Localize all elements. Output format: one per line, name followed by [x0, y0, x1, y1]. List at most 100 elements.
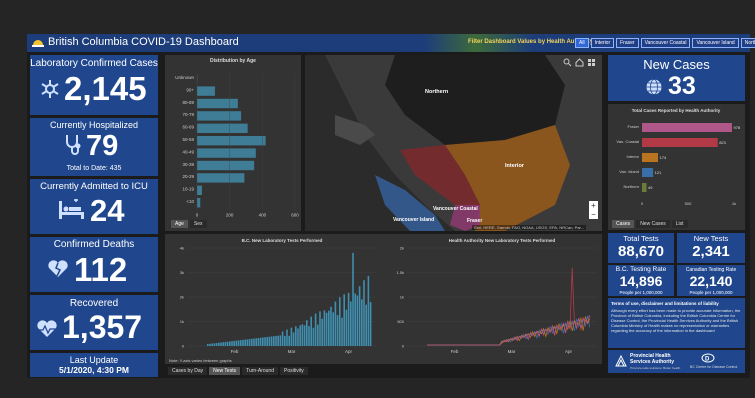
- tests-bar: [244, 339, 246, 346]
- ha-bar[interactable]: [642, 168, 654, 177]
- age-chart-tabs: Age Sex: [171, 220, 207, 228]
- tab-new-tests[interactable]: New Tests: [209, 367, 241, 375]
- age-bar[interactable]: [197, 111, 242, 121]
- tests-bar: [242, 339, 244, 346]
- tab-cases[interactable]: Cases: [612, 220, 635, 228]
- tests-bar: [255, 338, 257, 346]
- ha-label: Van. Coastal: [616, 139, 639, 144]
- tests-bar: [235, 340, 238, 346]
- tests-bar: [215, 342, 218, 346]
- zoom-controls: + −: [589, 201, 598, 219]
- tests-bar: [207, 344, 209, 346]
- map-label-interior: Interior: [505, 163, 525, 169]
- canadian-testing-rate-card: Canadian Testing Rate 22,140 People per …: [677, 265, 745, 296]
- age-bar[interactable]: [197, 160, 255, 171]
- tests-bar: [253, 338, 255, 346]
- tab-turn-around[interactable]: Turn-Around: [242, 367, 278, 375]
- zoom-in-button[interactable]: +: [589, 201, 598, 210]
- tests-bar: [303, 325, 306, 346]
- age-bar[interactable]: [197, 173, 245, 183]
- search-icon[interactable]: [563, 58, 572, 67]
- tests-bar: [314, 313, 317, 346]
- age-bar[interactable]: [197, 198, 201, 208]
- tests-bar: [292, 332, 295, 346]
- tests-bar: [237, 340, 240, 346]
- zoom-out-button[interactable]: −: [589, 210, 598, 219]
- tests-bar: [224, 341, 227, 346]
- ha-bar[interactable]: [642, 183, 647, 192]
- basemap-grid-icon[interactable]: [587, 58, 596, 67]
- ha-bar[interactable]: [642, 153, 659, 162]
- tests-bar: [339, 297, 341, 346]
- bc-testing-rate-value: 14,896: [619, 273, 663, 289]
- tests-bar: [231, 341, 233, 346]
- filter-vancouver-coastal-button[interactable]: Vancouver Coastal: [640, 38, 691, 48]
- age-bar[interactable]: [197, 185, 202, 195]
- filter-northern-button[interactable]: Northern: [740, 38, 755, 48]
- filter-vancouver-island-button[interactable]: Vancouver Island: [692, 38, 739, 48]
- tests-bar: [240, 340, 242, 346]
- sun-logo-icon: [32, 40, 44, 47]
- age-bar[interactable]: [197, 98, 238, 109]
- age-tick-label: 400: [259, 212, 267, 217]
- phsa-logo-icon: [615, 354, 627, 367]
- tests-bar: [299, 325, 301, 346]
- tab-list[interactable]: List: [671, 220, 688, 228]
- age-bar[interactable]: [197, 136, 266, 146]
- map-panel: Northern Interior Vancouver Coastal Vanc…: [305, 55, 602, 231]
- phsa-tagline: Province-wide solutions. Better health.: [630, 366, 682, 370]
- virus-icon: [41, 80, 59, 98]
- tab-cases-by-day[interactable]: Cases by Day: [168, 367, 208, 375]
- tests-bar: [365, 304, 367, 346]
- tests-chart-title: B.C. New Laboratory Tests Performed: [242, 238, 323, 243]
- bc-testing-rate-title: B.C. Testing Rate: [615, 266, 667, 273]
- total-tests-value: 88,670: [618, 243, 664, 260]
- ha-value-label: 823: [719, 140, 726, 145]
- stethoscope-icon: [66, 135, 81, 155]
- recovered-value: 1,357: [62, 309, 143, 345]
- ha-value-label: 174: [660, 155, 667, 160]
- tests-bar: [308, 326, 310, 346]
- last-update-card: Last Update 5/1/2020, 4:30 PM: [30, 353, 158, 377]
- new-cases-value: 33: [668, 72, 696, 100]
- ha-bar[interactable]: [642, 138, 718, 147]
- tab-new-cases[interactable]: New Cases: [636, 220, 670, 228]
- filter-all-button[interactable]: All: [575, 38, 589, 48]
- tests-bar: [369, 302, 372, 346]
- tests-y-tick-label: 500: [397, 319, 404, 324]
- health-authority-map[interactable]: Northern Interior Vancouver Coastal Vanc…: [305, 55, 602, 231]
- disclaimer-panel: Terms of use, disclaimer and limitations…: [608, 298, 745, 348]
- age-bar[interactable]: [197, 148, 256, 158]
- tests-bar: [295, 326, 297, 346]
- header-bar: British Columbia COVID-19 Dashboard Filt…: [27, 34, 755, 52]
- dashboard-title: British Columbia COVID-19 Dashboard: [48, 36, 239, 48]
- home-icon[interactable]: [575, 58, 584, 67]
- tests-bar: [266, 336, 268, 346]
- footer-logos: Provincial Health Services Authority Pro…: [608, 350, 745, 373]
- age-label: 40-49: [182, 149, 194, 154]
- ha-bar[interactable]: [642, 123, 732, 132]
- filter-fraser-button[interactable]: Fraser: [616, 38, 639, 48]
- last-update-value: 5/1/2020, 4:30 PM: [59, 365, 129, 375]
- age-label: 10-19: [182, 187, 194, 192]
- hospital-bed-icon: [59, 199, 84, 219]
- filter-interior-button[interactable]: Interior: [590, 38, 615, 48]
- tests-bar: [358, 286, 361, 346]
- age-bar[interactable]: [197, 123, 248, 133]
- tests-bar: [341, 317, 343, 346]
- deaths-card: Confirmed Deaths 112: [30, 237, 158, 292]
- icu-title: Currently Admitted to ICU: [40, 181, 148, 192]
- tests-bar: [310, 316, 312, 346]
- icu-value: 24: [90, 193, 125, 228]
- tests-bar: [323, 310, 326, 346]
- tests-chart-title: Health Authority New Laboratory Tests Pe…: [449, 238, 556, 243]
- tests-bar: [336, 315, 339, 346]
- tab-sex[interactable]: Sex: [189, 220, 207, 228]
- tab-age[interactable]: Age: [171, 220, 188, 228]
- age-label: 60-69: [182, 125, 194, 130]
- age-chart-title: Distribution by Age: [210, 58, 256, 64]
- tests-bar: [361, 299, 363, 346]
- tests-y-tick-label: 2k: [400, 246, 404, 251]
- tab-positivity[interactable]: Positivity: [280, 367, 308, 375]
- age-bar[interactable]: [197, 86, 215, 96]
